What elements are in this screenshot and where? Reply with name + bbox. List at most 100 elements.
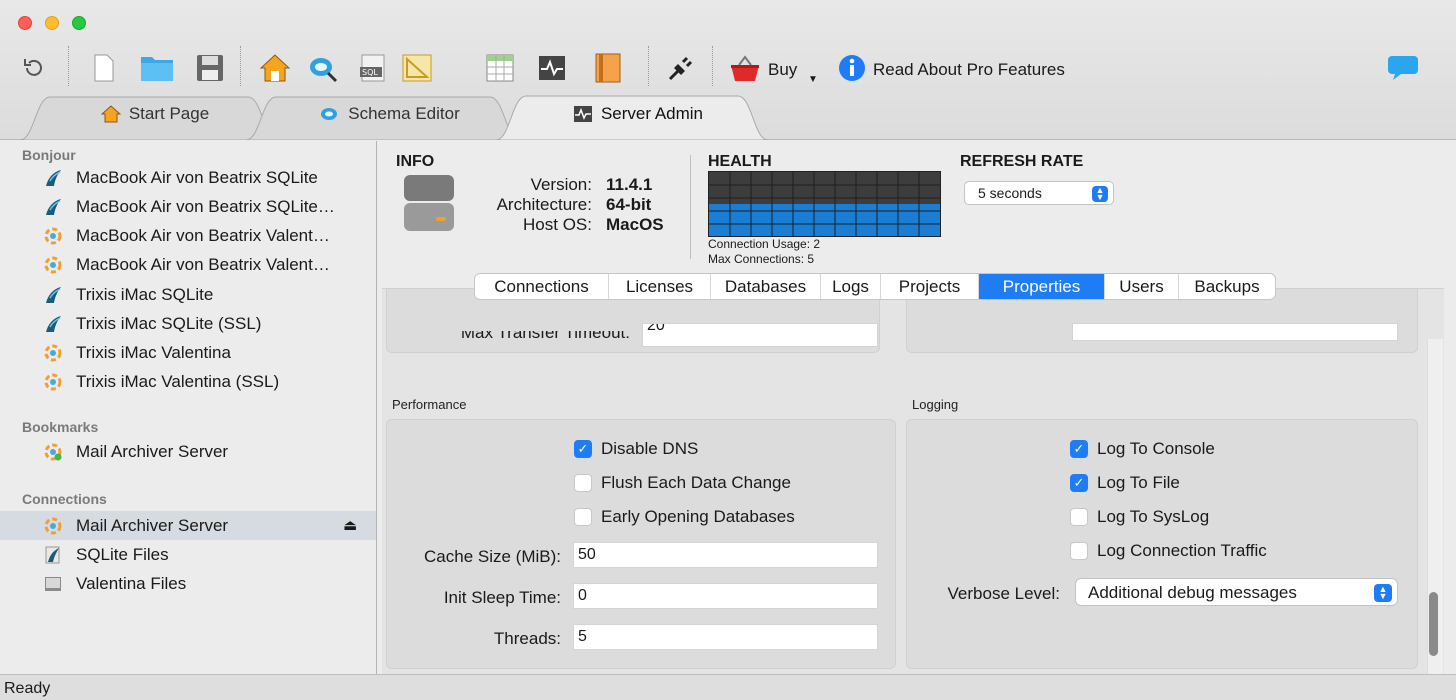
log-connection-traffic-label: Log Connection Traffic — [1097, 541, 1267, 560]
home-icon — [100, 105, 121, 123]
architecture-key: Architecture: — [496, 195, 592, 214]
cache-size-input[interactable]: 50 — [573, 542, 878, 568]
connect-plug-icon[interactable] — [664, 50, 698, 86]
server-admin-icon[interactable] — [536, 50, 568, 86]
sidebar-item-bonjour[interactable]: Trixis iMac SQLite (SSL) — [0, 309, 376, 338]
open-folder-icon[interactable] — [138, 50, 176, 86]
tab-connections[interactable]: Connections — [475, 274, 609, 299]
valentina-icon — [44, 373, 62, 391]
checkbox-checked-icon: ✓ — [1070, 474, 1088, 492]
log-to-console-label: Log To Console — [1097, 439, 1215, 458]
sidebar-heading-bookmarks: Bookmarks — [22, 419, 99, 435]
status-bar: Ready — [0, 674, 1456, 700]
tab-properties[interactable]: Properties — [979, 274, 1105, 299]
tab-databases[interactable]: Databases — [711, 274, 821, 299]
sidebar-item-bonjour[interactable]: MacBook Air von Beatrix Valent… — [0, 250, 376, 279]
sidebar-item-connection[interactable]: Valentina Files — [0, 569, 376, 598]
threads-input[interactable]: 5 — [573, 624, 878, 650]
refresh-rate-value: 5 seconds — [978, 185, 1042, 201]
tab-start-page[interactable]: Start Page — [60, 97, 250, 131]
new-file-icon[interactable] — [88, 50, 120, 86]
connection-usage-text: Connection Usage: 2 — [708, 237, 821, 251]
tab-backups[interactable]: Backups — [1179, 274, 1275, 299]
valentina-icon — [44, 517, 62, 535]
window-chrome: SQL Buy ▼ Read About Pro Features Start … — [0, 0, 1456, 140]
max-transfer-timeout-text: Max Transfer Timeout: — [460, 331, 630, 342]
init-sleep-input[interactable]: 0 — [573, 583, 878, 609]
tab-users[interactable]: Users — [1105, 274, 1179, 299]
sidebar-item-bookmark[interactable]: Mail Archiver Server — [0, 437, 376, 466]
save-icon[interactable] — [194, 50, 226, 86]
valentina-icon — [44, 344, 62, 362]
log-to-console-checkbox[interactable]: ✓ Log To Console — [1070, 439, 1215, 459]
status-text: Ready — [4, 680, 51, 697]
close-window-button[interactable] — [18, 16, 32, 30]
schema-editor-icon[interactable] — [306, 50, 340, 86]
sqlite-icon — [46, 170, 61, 186]
read-pro-features-link[interactable]: Read About Pro Features — [873, 60, 1065, 80]
log-to-file-checkbox[interactable]: ✓ Log To File — [1070, 473, 1180, 493]
tab-logs[interactable]: Logs — [821, 274, 881, 299]
sidebar-item-label: MacBook Air von Beatrix SQLite… — [76, 196, 335, 216]
max-transfer-timeout-input[interactable]: 20 — [642, 323, 878, 347]
sql-editor-icon[interactable]: SQL — [356, 50, 390, 86]
checkbox-checked-icon: ✓ — [1070, 440, 1088, 458]
sidebar-item-connection-selected[interactable]: Mail Archiver Server ⏏ — [0, 511, 376, 540]
diagram-icon[interactable] — [400, 50, 434, 86]
max-transfer-timeout-label: Max Transfer Timeout: — [392, 331, 630, 345]
tab-server-admin[interactable]: Server Admin — [548, 97, 728, 131]
max-transfer-timeout-value: 20 — [647, 323, 665, 334]
valentina-bookmark-icon — [44, 443, 62, 461]
table-icon[interactable] — [484, 50, 516, 86]
sqlite-icon — [46, 287, 61, 303]
sidebar-item-bonjour[interactable]: MacBook Air von Beatrix SQLite — [0, 163, 376, 192]
sidebar-heading-bonjour: Bonjour — [22, 147, 76, 163]
info-icon[interactable] — [836, 50, 868, 86]
sidebar-item-bonjour[interactable]: MacBook Air von Beatrix Valent… — [0, 221, 376, 250]
server-icon — [404, 175, 454, 231]
scrollbar-thumb[interactable] — [1429, 592, 1438, 656]
select-stepper-icon: ▲ ▼ — [1374, 584, 1392, 602]
valentina-icon — [44, 227, 62, 245]
tab-projects[interactable]: Projects — [881, 274, 979, 299]
sidebar-item-bonjour[interactable]: Trixis iMac Valentina (SSL) — [0, 367, 376, 396]
chat-feedback-icon[interactable] — [1386, 50, 1420, 86]
sidebar-item-bonjour[interactable]: MacBook Air von Beatrix SQLite… — [0, 192, 376, 221]
sidebar-item-label: MacBook Air von Beatrix Valent… — [76, 225, 330, 245]
tab-schema-editor[interactable]: Schema Editor — [290, 97, 490, 131]
buy-basket-icon[interactable] — [728, 50, 762, 86]
general-right-input[interactable] — [1072, 323, 1398, 341]
sidebar-item-label: MacBook Air von Beatrix SQLite — [76, 167, 318, 187]
verbose-level-select[interactable]: Additional debug messages ▲ ▼ — [1075, 578, 1398, 606]
architecture-value: 64-bit — [606, 195, 652, 214]
server-admin-icon — [573, 106, 592, 122]
home-icon[interactable] — [258, 50, 292, 86]
flush-each-checkbox[interactable]: Flush Each Data Change — [574, 473, 791, 493]
disable-dns-checkbox[interactable]: ✓ Disable DNS — [574, 439, 698, 459]
sidebar-heading-connections: Connections — [22, 491, 107, 507]
refresh-rate-select[interactable]: 5 seconds ▲ ▼ — [964, 181, 1114, 205]
eject-icon[interactable]: ⏏ — [343, 516, 357, 534]
info-divider — [690, 155, 691, 259]
sidebar-item-bonjour[interactable]: Trixis iMac Valentina — [0, 338, 376, 367]
reports-icon[interactable] — [592, 50, 624, 86]
tab-licenses[interactable]: Licenses — [609, 274, 711, 299]
svg-text:SQL: SQL — [362, 68, 378, 77]
sqlite-icon — [46, 199, 61, 215]
sidebar: Bonjour MacBook Air von Beatrix SQLite M… — [0, 141, 377, 674]
disable-dns-label: Disable DNS — [601, 439, 699, 458]
sidebar-item-bonjour[interactable]: Trixis iMac SQLite — [0, 280, 376, 309]
refresh-icon[interactable] — [18, 50, 48, 86]
threads-label: Threads: — [493, 629, 561, 648]
sidebar-item-label: SQLite Files — [76, 544, 169, 564]
early-opening-checkbox[interactable]: Early Opening Databases — [574, 507, 795, 527]
minimize-window-button[interactable] — [45, 16, 59, 30]
properties-content: Max Transfer Timeout: 20 Performance Log… — [382, 288, 1444, 674]
maximize-window-button[interactable] — [72, 16, 86, 30]
buy-label[interactable]: Buy — [768, 60, 797, 80]
checkbox-unchecked-icon — [1070, 508, 1088, 526]
log-to-syslog-checkbox[interactable]: Log To SysLog — [1070, 507, 1209, 527]
sidebar-item-connection[interactable]: SQLite Files — [0, 540, 376, 569]
buy-dropdown-caret-icon[interactable]: ▼ — [808, 74, 818, 85]
log-connection-traffic-checkbox[interactable]: Log Connection Traffic — [1070, 541, 1267, 561]
